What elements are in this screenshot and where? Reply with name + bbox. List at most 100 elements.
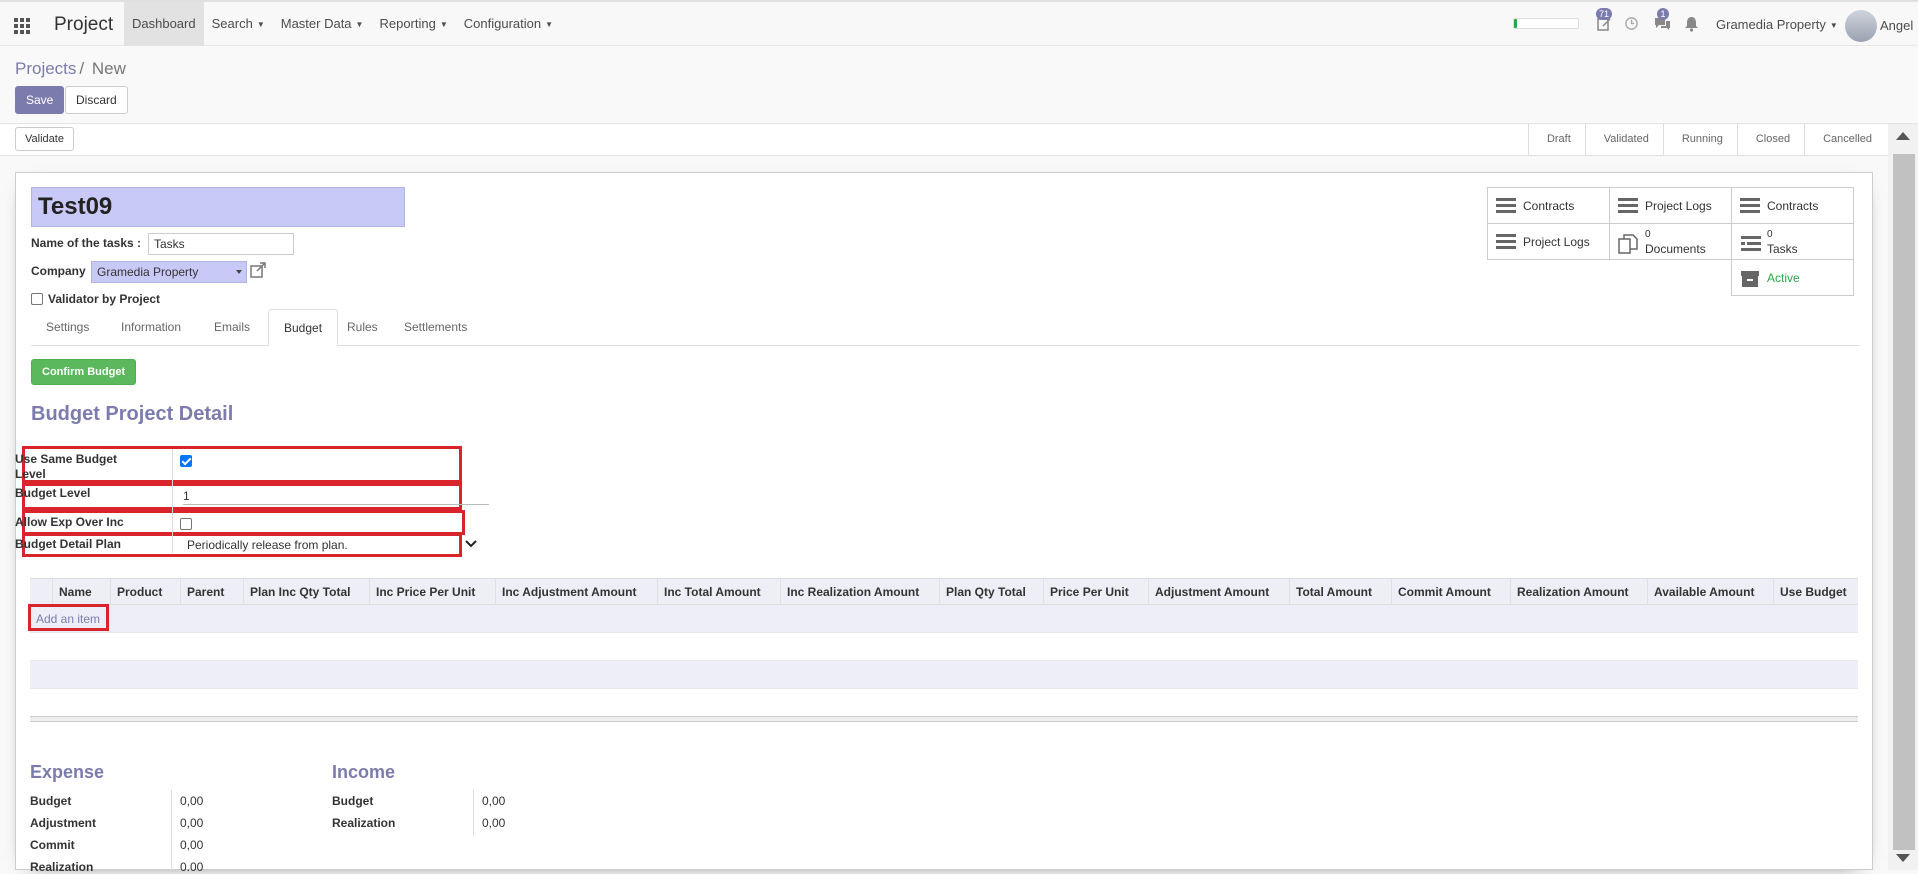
notebook-tabs: Settings Information Emails Budget Rules…: [31, 309, 1859, 346]
company-switcher[interactable]: Gramedia Property ▼: [1716, 17, 1838, 32]
validate-button[interactable]: Validate: [15, 127, 74, 151]
table-row: [30, 633, 1858, 661]
tasks-label: Name of the tasks :: [31, 236, 142, 250]
caret-down-icon: ▼: [439, 19, 448, 29]
list-icon: [1496, 198, 1516, 214]
col-available-amount[interactable]: Available Amount: [1647, 579, 1773, 605]
col-inc-total[interactable]: Inc Total Amount: [657, 579, 780, 605]
col-name[interactable]: Name: [52, 579, 110, 605]
save-button[interactable]: Save: [15, 86, 65, 114]
col-parent[interactable]: Parent: [180, 579, 243, 605]
col-inc-adjustment[interactable]: Inc Adjustment Amount: [495, 579, 657, 605]
col-product[interactable]: Product: [110, 579, 180, 605]
tasks-label: Tasks: [1767, 242, 1798, 256]
project-logs-button-2[interactable]: Project Logs: [1487, 223, 1610, 260]
project-name-input[interactable]: Test09: [31, 187, 405, 227]
expense-title: Expense: [30, 762, 105, 782]
breadcrumb: Projects / New: [15, 59, 126, 78]
tab-settings[interactable]: Settings: [31, 309, 104, 346]
list-icon: [1618, 198, 1638, 214]
budget-plan-select[interactable]: Periodically release from plan.: [187, 536, 477, 554]
tab-rules[interactable]: Rules: [332, 309, 393, 346]
caret-down-icon: ▼: [545, 19, 554, 29]
tab-budget[interactable]: Budget: [268, 309, 339, 346]
documents-button[interactable]: 0 Documents: [1609, 223, 1732, 260]
contracts-button-2[interactable]: Contracts: [1731, 187, 1854, 224]
tasks-icon: [1740, 234, 1761, 251]
income-divider: [473, 790, 474, 836]
tasks-button[interactable]: 0 Tasks: [1731, 223, 1854, 260]
bell-icon[interactable]: [1684, 16, 1699, 36]
discard-button[interactable]: Discard: [65, 86, 128, 114]
company-label: Company: [31, 264, 86, 278]
confirm-budget-button[interactable]: Confirm Budget: [31, 359, 137, 385]
activity-badge: 71: [1596, 8, 1613, 20]
income-title: Income: [332, 762, 396, 782]
col-use-budget[interactable]: Use Budget: [1773, 579, 1858, 605]
field-divider: [172, 449, 173, 553]
chevron-down-icon: [465, 540, 477, 548]
breadcrumb-projects[interactable]: Projects: [15, 59, 76, 78]
caret-down-icon: ▼: [1829, 21, 1838, 31]
col-realization-amount[interactable]: Realization Amount: [1510, 579, 1647, 605]
contracts-button[interactable]: Contracts: [1487, 187, 1610, 224]
col-commit-amount[interactable]: Commit Amount: [1391, 579, 1510, 605]
scrollbar[interactable]: [1888, 124, 1918, 870]
tab-information[interactable]: Information: [106, 309, 196, 346]
budget-plan-label: Budget Detail Plan: [15, 537, 122, 551]
tab-emails[interactable]: Emails: [199, 309, 265, 346]
user-name[interactable]: Angel: [1880, 18, 1913, 33]
handle-column: [30, 579, 52, 605]
menu-master-data[interactable]: Master Data ▼: [273, 2, 372, 46]
budget-level-input[interactable]: 1: [183, 487, 489, 505]
table-row: Add an item: [30, 605, 1858, 633]
caret-down-icon: ▼: [355, 19, 364, 29]
apps-menu-icon[interactable]: [14, 18, 32, 34]
allow-exp-checkbox[interactable]: [180, 518, 192, 530]
breadcrumb-current: New: [91, 59, 126, 78]
scroll-up-icon[interactable]: [1896, 132, 1910, 140]
menu-reporting[interactable]: Reporting ▼: [371, 2, 455, 46]
progress-bar[interactable]: [1513, 18, 1579, 29]
tab-settlements[interactable]: Settlements: [389, 309, 482, 346]
project-logs-button[interactable]: Project Logs: [1609, 187, 1732, 224]
col-inc-price[interactable]: Inc Price Per Unit: [369, 579, 495, 605]
scroll-down-icon[interactable]: [1896, 854, 1910, 862]
stage-cancelled[interactable]: Cancelled: [1804, 124, 1886, 155]
active-toggle-button[interactable]: Active: [1731, 259, 1854, 296]
col-price-per-unit[interactable]: Price Per Unit: [1043, 579, 1148, 605]
menu-configuration[interactable]: Configuration ▼: [456, 2, 561, 46]
table-header: Name Product Parent Plan Inc Qty Total I…: [30, 578, 1858, 605]
allow-exp-label: Allow Exp Over Inc: [15, 515, 124, 529]
stage-validated[interactable]: Validated: [1584, 124, 1663, 155]
stage-draft[interactable]: Draft: [1527, 124, 1585, 155]
budget-level-label: Budget Level: [15, 486, 91, 500]
top-navbar: Project Dashboard Search ▼ Master Data ▼ R…: [0, 0, 1918, 46]
company-value: Gramedia Property: [97, 265, 199, 279]
dropdown-arrow-icon: [236, 270, 242, 274]
col-total-amount[interactable]: Total Amount: [1289, 579, 1391, 605]
validator-label: Validator by Project: [48, 292, 161, 306]
company-select[interactable]: Gramedia Property: [91, 261, 247, 283]
menu-search[interactable]: Search ▼: [204, 2, 273, 46]
main-menu: Dashboard Search ▼ Master Data ▼ Reporting…: [124, 2, 561, 46]
menu-dashboard[interactable]: Dashboard: [124, 2, 204, 46]
documents-icon: [1618, 234, 1638, 254]
list-icon: [1740, 198, 1760, 214]
col-inc-realization[interactable]: Inc Realization Amount: [780, 579, 939, 605]
stage-running[interactable]: Running: [1662, 124, 1737, 155]
col-plan-qty[interactable]: Plan Qty Total: [939, 579, 1043, 605]
table-row: [30, 661, 1858, 689]
control-panel: Projects / New Save Discard: [0, 46, 1918, 124]
clock-icon[interactable]: [1624, 16, 1639, 35]
col-plan-inc-qty[interactable]: Plan Inc Qty Total: [243, 579, 369, 605]
validator-checkbox[interactable]: [31, 293, 43, 305]
external-link-icon[interactable]: [249, 261, 267, 279]
avatar[interactable]: [1845, 10, 1877, 42]
tasks-name-input[interactable]: Tasks: [148, 233, 294, 255]
use-same-budget-checkbox[interactable]: [180, 455, 192, 467]
documents-label: Documents: [1645, 242, 1706, 256]
scrollbar-thumb[interactable]: [1893, 154, 1915, 850]
stage-closed[interactable]: Closed: [1736, 124, 1804, 155]
col-adjustment[interactable]: Adjustment Amount: [1148, 579, 1289, 605]
